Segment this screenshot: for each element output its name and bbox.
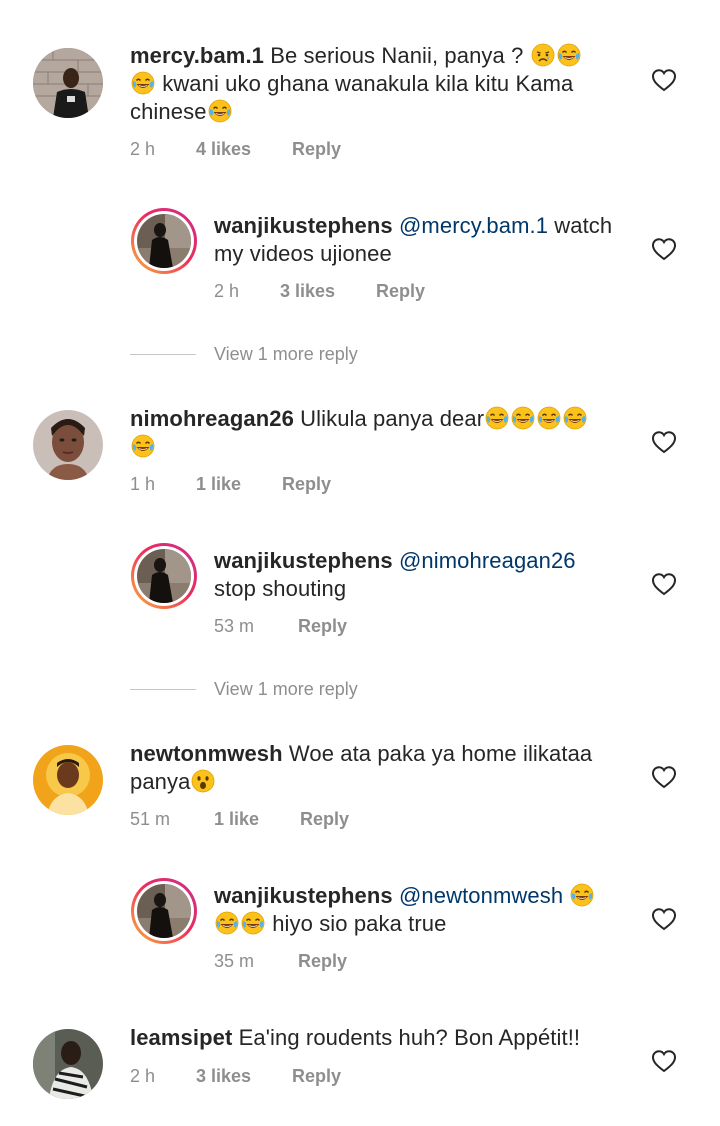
timestamp: 2 h xyxy=(130,1066,156,1086)
heart-outline-icon[interactable] xyxy=(651,1049,677,1073)
likes-count[interactable]: 3 likes xyxy=(196,1065,292,1087)
avatar[interactable] xyxy=(33,1029,103,1099)
comment-text: leamsipet Ea'ing roudents huh? Bon Appét… xyxy=(130,1025,581,1050)
comment-meta: 2 h 3 likes Reply xyxy=(130,1065,341,1087)
comment-leamsipet: leamsipet Ea'ing roudents huh? Bon Appét… xyxy=(0,0,720,1126)
username[interactable]: leamsipet xyxy=(130,1025,232,1050)
reply-button[interactable]: Reply xyxy=(292,1065,341,1087)
